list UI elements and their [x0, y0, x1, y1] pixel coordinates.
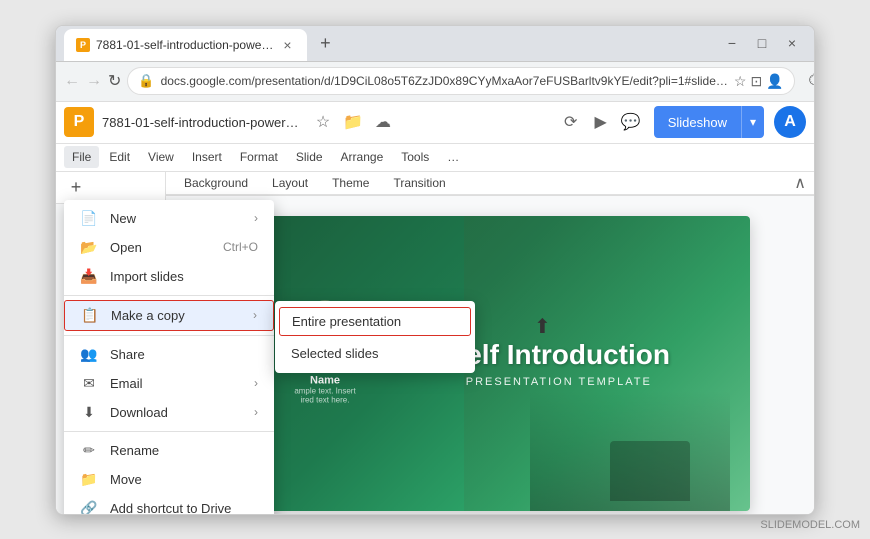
menu-item-share[interactable]: 👥 Share	[64, 340, 274, 369]
divider-2	[64, 335, 274, 336]
menu-item-email-label: Email	[110, 376, 143, 391]
cursor-icon: ⬆	[534, 314, 551, 339]
submenu-entire-presentation[interactable]: Entire presentation	[279, 307, 471, 336]
slideshow-button[interactable]: Slideshow	[654, 106, 741, 138]
app-toolbar-icons: ☆ 📁 ☁	[310, 109, 396, 135]
menu-more[interactable]: …	[439, 146, 467, 168]
menu-item-open-label: Open	[110, 240, 142, 255]
divider-3	[64, 431, 274, 432]
menu-arrange[interactable]: Arrange	[333, 146, 392, 168]
email-arrow-icon: ›	[254, 376, 258, 390]
download-arrow-icon: ›	[254, 405, 258, 419]
menu-slide[interactable]: Slide	[288, 146, 331, 168]
menu-item-download[interactable]: ⬇ Download ›	[64, 398, 274, 427]
import-icon: 📥	[80, 268, 98, 285]
menu-item-email[interactable]: ✉ Email ›	[64, 369, 274, 398]
move-icon: 📁	[80, 471, 98, 488]
rename-icon: ✏	[80, 442, 98, 459]
menu-item-new-label: New	[110, 211, 136, 226]
menu-item-shortcut-label: Add shortcut to Drive	[110, 501, 231, 514]
back-button[interactable]: ←	[64, 67, 80, 95]
comments-icon[interactable]: 💬	[618, 109, 644, 135]
cast-icon[interactable]: ⊡	[750, 73, 762, 90]
browser-tab[interactable]: P 7881-01-self-introduction-powe… ×	[64, 29, 307, 61]
new-tab-button[interactable]: +	[311, 29, 339, 57]
copy-arrow-icon: ›	[253, 308, 257, 322]
menu-view[interactable]: View	[140, 146, 182, 168]
account-icon[interactable]: 👤	[766, 73, 783, 90]
tab-favicon: P	[76, 38, 90, 52]
tab-title: 7881-01-self-introduction-powe…	[96, 38, 273, 52]
menu-item-share-label: Share	[110, 347, 145, 362]
shortcut-icon: 🔗	[80, 500, 98, 514]
menu-item-make-copy[interactable]: 📋 Make a copy › Entire presentation Sele…	[64, 300, 274, 331]
entire-presentation-label: Entire presentation	[292, 314, 401, 329]
menu-tools[interactable]: Tools	[393, 146, 437, 168]
menu-item-rename-label: Rename	[110, 443, 159, 458]
menu-item-move[interactable]: 📁 Move	[64, 465, 274, 494]
download-icon: ⬇	[80, 404, 98, 421]
make-copy-submenu: Entire presentation Selected slides	[275, 301, 475, 373]
address-bar: ← → ↻ 🔒 docs.google.com/presentation/d/1…	[56, 62, 814, 102]
open-icon: 📂	[80, 239, 98, 256]
maximize-button[interactable]: □	[748, 29, 776, 57]
menu-item-download-label: Download	[110, 405, 168, 420]
star-icon[interactable]: ☆	[310, 109, 336, 135]
menu-item-new[interactable]: 📄 New ›	[64, 204, 274, 233]
refresh-button[interactable]: ↻	[108, 67, 121, 95]
menu-item-import-label: Import slides	[110, 269, 184, 284]
share-icon: 👥	[80, 346, 98, 363]
menu-item-move-label: Move	[110, 472, 142, 487]
menu-item-shortcut[interactable]: 🔗 Add shortcut to Drive	[64, 494, 274, 514]
tab-close-button[interactable]: ×	[279, 37, 295, 53]
url-icons: ☆ ⊡ 👤	[734, 73, 784, 90]
menu-bar: File Edit View Insert Format Slide Arran…	[56, 144, 814, 172]
menu-item-import[interactable]: 📥 Import slides	[64, 262, 274, 291]
url-text: docs.google.com/presentation/d/1D9CiL08o…	[161, 74, 728, 88]
submenu-selected-slides[interactable]: Selected slides	[275, 338, 475, 369]
email-icon: ✉	[80, 375, 98, 392]
menu-edit[interactable]: Edit	[101, 146, 138, 168]
app-title: 7881-01-self-introduction-powerpoint-tem…	[102, 115, 302, 130]
present-icon[interactable]: ▶	[588, 109, 614, 135]
title-bar: P 7881-01-self-introduction-powe… × + − …	[56, 26, 814, 62]
dropdown-overlay: 📄 New › 📂 Open Ctrl+O 📥 Import slides	[56, 172, 814, 514]
account-button[interactable]: A	[774, 106, 806, 138]
divider-1	[64, 295, 274, 296]
undo-icon[interactable]: ⟳	[558, 109, 584, 135]
close-button[interactable]: ×	[778, 29, 806, 57]
browser-actions: ⏱ 🧩 ⋮	[801, 67, 815, 95]
menu-format[interactable]: Format	[232, 146, 286, 168]
copy-icon: 📋	[81, 307, 99, 324]
menu-item-open[interactable]: 📂 Open Ctrl+O	[64, 233, 274, 262]
selected-slides-label: Selected slides	[291, 346, 378, 361]
browser-window: P 7881-01-self-introduction-powe… × + − …	[55, 25, 815, 515]
open-shortcut: Ctrl+O	[223, 240, 258, 254]
cloud-icon[interactable]: ☁	[370, 109, 396, 135]
folder-icon[interactable]: 📁	[340, 109, 366, 135]
history-icon[interactable]: ⏱	[801, 67, 815, 95]
new-arrow-icon: ›	[254, 211, 258, 225]
menu-insert[interactable]: Insert	[184, 146, 230, 168]
new-icon: 📄	[80, 210, 98, 227]
minimize-button[interactable]: −	[718, 29, 746, 57]
slideshow-dropdown-button[interactable]: ▾	[741, 106, 764, 138]
app-icon: P	[64, 107, 94, 137]
file-menu: 📄 New › 📂 Open Ctrl+O 📥 Import slides	[64, 200, 274, 514]
window-controls: − □ ×	[718, 29, 806, 57]
menu-file[interactable]: File	[64, 146, 99, 168]
menu-item-rename[interactable]: ✏ Rename	[64, 436, 274, 465]
url-bar[interactable]: 🔒 docs.google.com/presentation/d/1D9CiL0…	[127, 67, 794, 95]
slidemodel-credit: SLIDEMODEL.COM	[760, 519, 860, 531]
star-icon[interactable]: ☆	[734, 73, 747, 90]
app-toolbar: P 7881-01-self-introduction-powerpoint-t…	[56, 102, 814, 144]
main-content: + 1 2	[56, 172, 814, 514]
menu-item-make-copy-label: Make a copy	[111, 308, 185, 323]
forward-button[interactable]: →	[86, 67, 102, 95]
